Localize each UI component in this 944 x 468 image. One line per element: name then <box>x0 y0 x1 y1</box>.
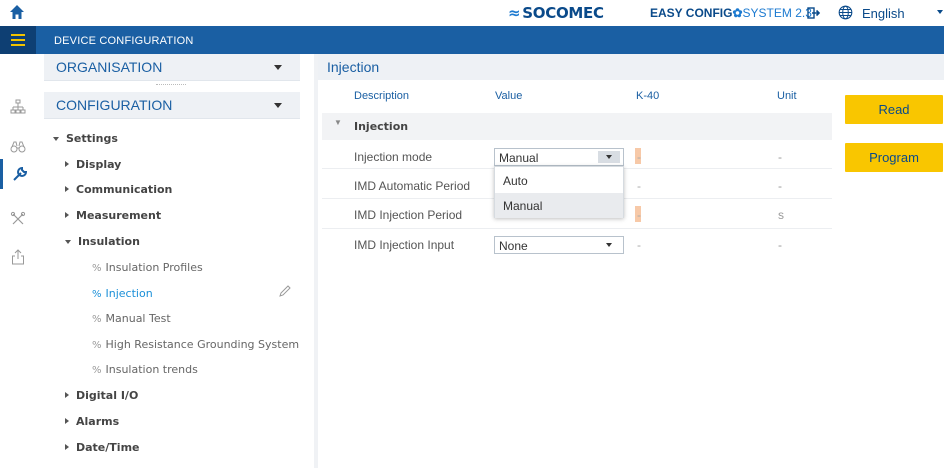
injection-mode-dropdown: Auto Manual <box>494 166 624 218</box>
product-title: EASY CONFIG <box>650 6 733 20</box>
group-row-injection[interactable]: ▼ Injection <box>322 113 832 140</box>
language-selector[interactable]: English <box>862 6 905 21</box>
settings-leaf-icon: % <box>92 289 102 300</box>
row-k40: - <box>637 150 641 164</box>
export-icon[interactable] <box>0 242 36 272</box>
tree-item-settings[interactable]: Settings <box>53 132 118 145</box>
caret-right-icon <box>65 392 69 398</box>
tree-item-measurement[interactable]: Measurement <box>65 209 161 222</box>
main-header: Injection <box>318 54 944 80</box>
row-unit: - <box>778 150 782 164</box>
configuration-sidebar: ORGANISATION CONFIGURATION Settings Disp… <box>44 54 314 468</box>
tree-item-hrg-system[interactable]: % High Resistance Grounding System <box>92 338 299 351</box>
resize-grip[interactable] <box>156 84 186 87</box>
settings-leaf-icon: % <box>92 365 102 376</box>
row-k40: - <box>637 179 641 193</box>
select-value: Manual <box>499 151 539 165</box>
caret-right-icon <box>65 161 69 167</box>
binoculars-icon[interactable] <box>0 132 36 162</box>
row-unit: s <box>778 208 784 222</box>
page-title: DEVICE CONFIGURATION <box>54 35 194 47</box>
tools-icon[interactable] <box>0 204 36 234</box>
row-description: IMD Automatic Period <box>354 179 471 193</box>
product-version: SYSTEM 2.3 <box>742 6 812 20</box>
wrench-icon[interactable] <box>0 159 36 189</box>
dropdown-option-manual[interactable]: Manual <box>495 193 623 218</box>
panel-splitter[interactable] <box>314 54 318 468</box>
row-k40: - <box>637 238 641 252</box>
logout-icon[interactable] <box>807 6 821 20</box>
home-icon[interactable] <box>9 4 25 20</box>
chevron-down-icon[interactable] <box>598 151 620 163</box>
row-description: Injection mode <box>354 150 433 164</box>
product-name: EASY CONFIG✿SYSTEM 2.3 <box>650 6 812 20</box>
row-description: IMD Injection Period <box>354 208 463 222</box>
row-k40: - <box>637 208 641 222</box>
caret-right-icon <box>65 418 69 424</box>
tree-item-injection[interactable]: % Injection <box>92 287 153 300</box>
brand-name: SOCOMEC <box>522 4 604 22</box>
icon-rail <box>0 54 36 468</box>
column-header-k40[interactable]: K-40 <box>636 90 659 102</box>
column-header-value[interactable]: Value <box>495 90 522 102</box>
chevron-down-icon[interactable] <box>274 103 282 108</box>
configuration-header[interactable]: CONFIGURATION <box>44 92 300 119</box>
column-header-description[interactable]: Description <box>354 90 409 102</box>
tree-item-insulation-trends[interactable]: % Insulation trends <box>92 363 198 376</box>
settings-leaf-icon: % <box>92 314 102 325</box>
caret-down-icon <box>53 137 59 141</box>
collapse-icon[interactable]: ▼ <box>334 118 342 127</box>
caret-right-icon <box>65 212 69 218</box>
row-divider <box>322 228 832 229</box>
read-button[interactable]: Read <box>845 95 943 124</box>
tree-item-insulation-profiles[interactable]: % Insulation Profiles <box>92 261 203 274</box>
organisation-label: ORGANISATION <box>56 59 163 75</box>
select-value: None <box>499 239 528 253</box>
configuration-label: CONFIGURATION <box>56 97 173 113</box>
pencil-icon[interactable] <box>278 284 292 298</box>
brand-logo: ≈ SOCOMEC <box>508 4 604 22</box>
tree-item-display[interactable]: Display <box>65 158 121 171</box>
tree-item-alarms[interactable]: Alarms <box>65 415 119 428</box>
sitemap-icon[interactable] <box>0 92 36 122</box>
tree-item-communication[interactable]: Communication <box>65 183 172 196</box>
group-label: Injection <box>354 120 409 133</box>
imd-injection-input-select[interactable]: None <box>494 236 624 254</box>
chevron-down-icon[interactable] <box>274 65 282 70</box>
dropdown-option-auto[interactable]: Auto <box>495 168 623 193</box>
main-title: Injection <box>327 59 380 75</box>
settings-leaf-icon: % <box>92 340 102 351</box>
organisation-header[interactable]: ORGANISATION <box>44 54 300 81</box>
chevron-down-icon[interactable] <box>937 10 943 14</box>
tree-item-manual-test[interactable]: % Manual Test <box>92 312 171 325</box>
tree-item-digital-io[interactable]: Digital I/O <box>65 389 138 402</box>
chevron-down-icon[interactable] <box>598 239 620 251</box>
caret-down-icon <box>65 240 71 244</box>
program-button[interactable]: Program <box>845 143 943 172</box>
row-description: IMD Injection Input <box>354 238 455 252</box>
caret-right-icon <box>65 186 69 192</box>
row-unit: - <box>778 238 782 252</box>
tree-item-date-time[interactable]: Date/Time <box>65 441 140 454</box>
injection-mode-select[interactable]: Manual <box>494 148 624 166</box>
settings-leaf-icon: % <box>92 263 102 274</box>
hamburger-menu-button[interactable] <box>0 26 36 54</box>
globe-icon[interactable] <box>838 5 853 20</box>
row-unit: - <box>778 179 782 193</box>
column-header-unit[interactable]: Unit <box>777 90 797 102</box>
caret-right-icon <box>65 444 69 450</box>
tree-item-insulation[interactable]: Insulation <box>65 235 140 248</box>
